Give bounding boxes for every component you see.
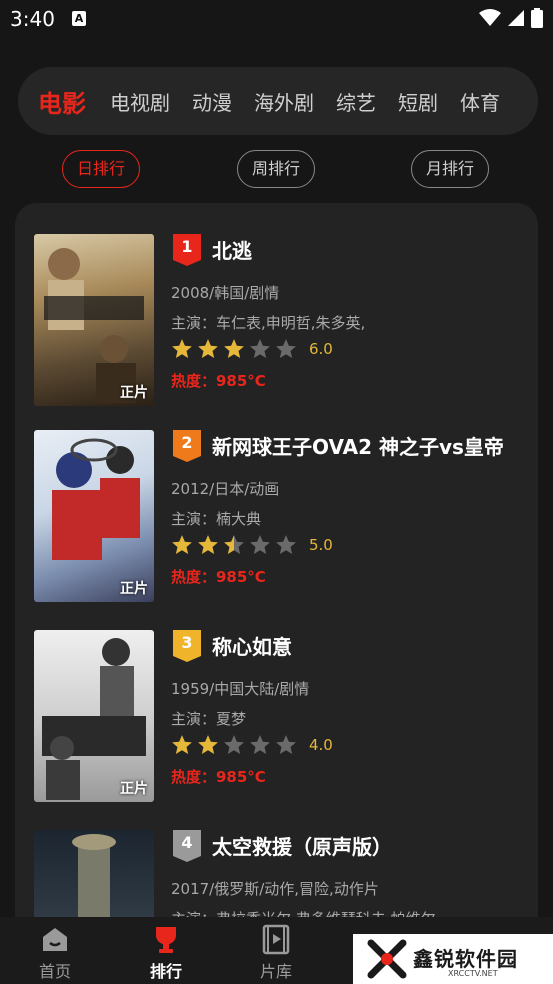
category-tab-anime[interactable]: 动漫: [192, 87, 232, 116]
star-icon: [198, 339, 218, 359]
category-tab-short[interactable]: 短剧: [398, 87, 438, 116]
star-icon: [276, 535, 296, 555]
rating-score: 4.0: [309, 736, 333, 754]
star-icon: [224, 535, 244, 555]
star-icon: [172, 339, 192, 359]
rank-tab-monthly[interactable]: 月排行: [411, 150, 489, 188]
item-cast: 主演：楠大典: [171, 510, 262, 528]
watermark-logo-icon: [367, 939, 407, 979]
poster-badge: 正片: [120, 781, 148, 797]
category-bar: 电影 电视剧 动漫 海外剧 综艺 短剧 体育: [18, 67, 538, 135]
rank-badge: 2: [173, 430, 201, 462]
signal-icon: [508, 10, 524, 26]
rating-stars: 4.0: [171, 734, 333, 756]
status-time: 3:40: [10, 7, 55, 31]
poster-art-3: [42, 638, 146, 800]
list-item[interactable]: 正片 2 新网球王子OVA2 神之子vs皇帝 2012/日本/动画 主演：楠大典…: [15, 430, 538, 610]
poster-art-1: [44, 248, 144, 403]
wifi-icon: [479, 9, 501, 26]
star-icon: [198, 735, 218, 755]
ranking-list: 正片 1 北逃 2008/韩国/剧情 主演：车仁表,申明哲,朱多英, 6.0 热…: [15, 203, 538, 984]
star-icon: [172, 535, 192, 555]
poster-image[interactable]: 正片: [34, 430, 154, 602]
film-icon: [262, 924, 290, 955]
star-icon: [250, 735, 270, 755]
item-title[interactable]: 太空救援（原声版）: [212, 831, 532, 860]
item-cast: 主演：车仁表,申明哲,朱多英,: [171, 314, 366, 332]
rank-tab-weekly[interactable]: 周排行: [237, 150, 315, 188]
notification-icon: A: [72, 11, 86, 26]
star-icon: [250, 535, 270, 555]
star-icon: [224, 735, 244, 755]
poster-image[interactable]: 正片: [34, 630, 154, 802]
nav-rank[interactable]: 排行: [131, 917, 201, 984]
nav-home[interactable]: 首页: [20, 917, 90, 984]
poster-badge: 正片: [120, 581, 148, 597]
rank-badge: 1: [173, 234, 201, 266]
home-icon: [43, 928, 67, 951]
nav-library-label: 片库: [259, 962, 292, 981]
item-title[interactable]: 北逃: [212, 235, 532, 264]
rank-badge: 3: [173, 630, 201, 662]
category-tab-variety[interactable]: 综艺: [336, 87, 376, 116]
star-icon: [250, 339, 270, 359]
item-heat: 热度：985°C: [171, 568, 266, 586]
item-meta: 2008/韩国/剧情: [171, 284, 280, 302]
item-heat: 热度：985°C: [171, 372, 266, 390]
item-cast: 主演：夏梦: [171, 710, 247, 728]
item-meta: 2012/日本/动画: [171, 480, 280, 498]
poster-art-2: [52, 438, 140, 560]
star-icon: [276, 339, 296, 359]
item-meta: 1959/中国大陆/剧情: [171, 680, 310, 698]
battery-icon: [531, 8, 543, 28]
rating-stars: 6.0: [171, 338, 333, 360]
category-tab-movie[interactable]: 电影: [38, 84, 86, 119]
item-title[interactable]: 称心如意: [212, 631, 532, 660]
list-item[interactable]: 正片 3 称心如意 1959/中国大陆/剧情 主演：夏梦 4.0 热度：985°…: [15, 630, 538, 810]
item-heat: 热度：985°C: [171, 768, 266, 786]
rank-badge: 4: [173, 830, 201, 862]
category-tab-tv[interactable]: 电视剧: [110, 87, 170, 116]
poster-badge: 正片: [120, 385, 148, 401]
nav-library[interactable]: 片库: [241, 917, 311, 984]
star-icon: [276, 735, 296, 755]
nav-home-label: 首页: [38, 962, 71, 981]
watermark-text: 鑫锐软件园: [413, 947, 518, 971]
status-bar: 3:40 A: [0, 0, 553, 40]
star-icon: [172, 735, 192, 755]
rating-score: 6.0: [309, 340, 333, 358]
star-icon: [224, 339, 244, 359]
rating-score: 5.0: [309, 536, 333, 554]
rank-tab-daily[interactable]: 日排行: [62, 150, 140, 188]
trophy-icon: [156, 927, 176, 953]
status-icons: [479, 8, 543, 28]
rating-stars: 5.0: [171, 534, 333, 556]
item-title[interactable]: 新网球王子OVA2 神之子vs皇帝: [212, 431, 532, 460]
star-icon: [198, 535, 218, 555]
category-tab-overseas[interactable]: 海外剧: [254, 87, 314, 116]
item-meta: 2017/俄罗斯/动作,冒险,动作片: [171, 880, 379, 898]
poster-image[interactable]: 正片: [34, 234, 154, 406]
watermark-subtext: XRCCTV.NET: [448, 969, 498, 978]
nav-rank-label: 排行: [149, 962, 182, 981]
list-item[interactable]: 正片 1 北逃 2008/韩国/剧情 主演：车仁表,申明哲,朱多英, 6.0 热…: [15, 234, 538, 414]
category-tab-sports[interactable]: 体育: [460, 87, 500, 116]
watermark: 鑫锐软件园 XRCCTV.NET: [353, 934, 553, 984]
